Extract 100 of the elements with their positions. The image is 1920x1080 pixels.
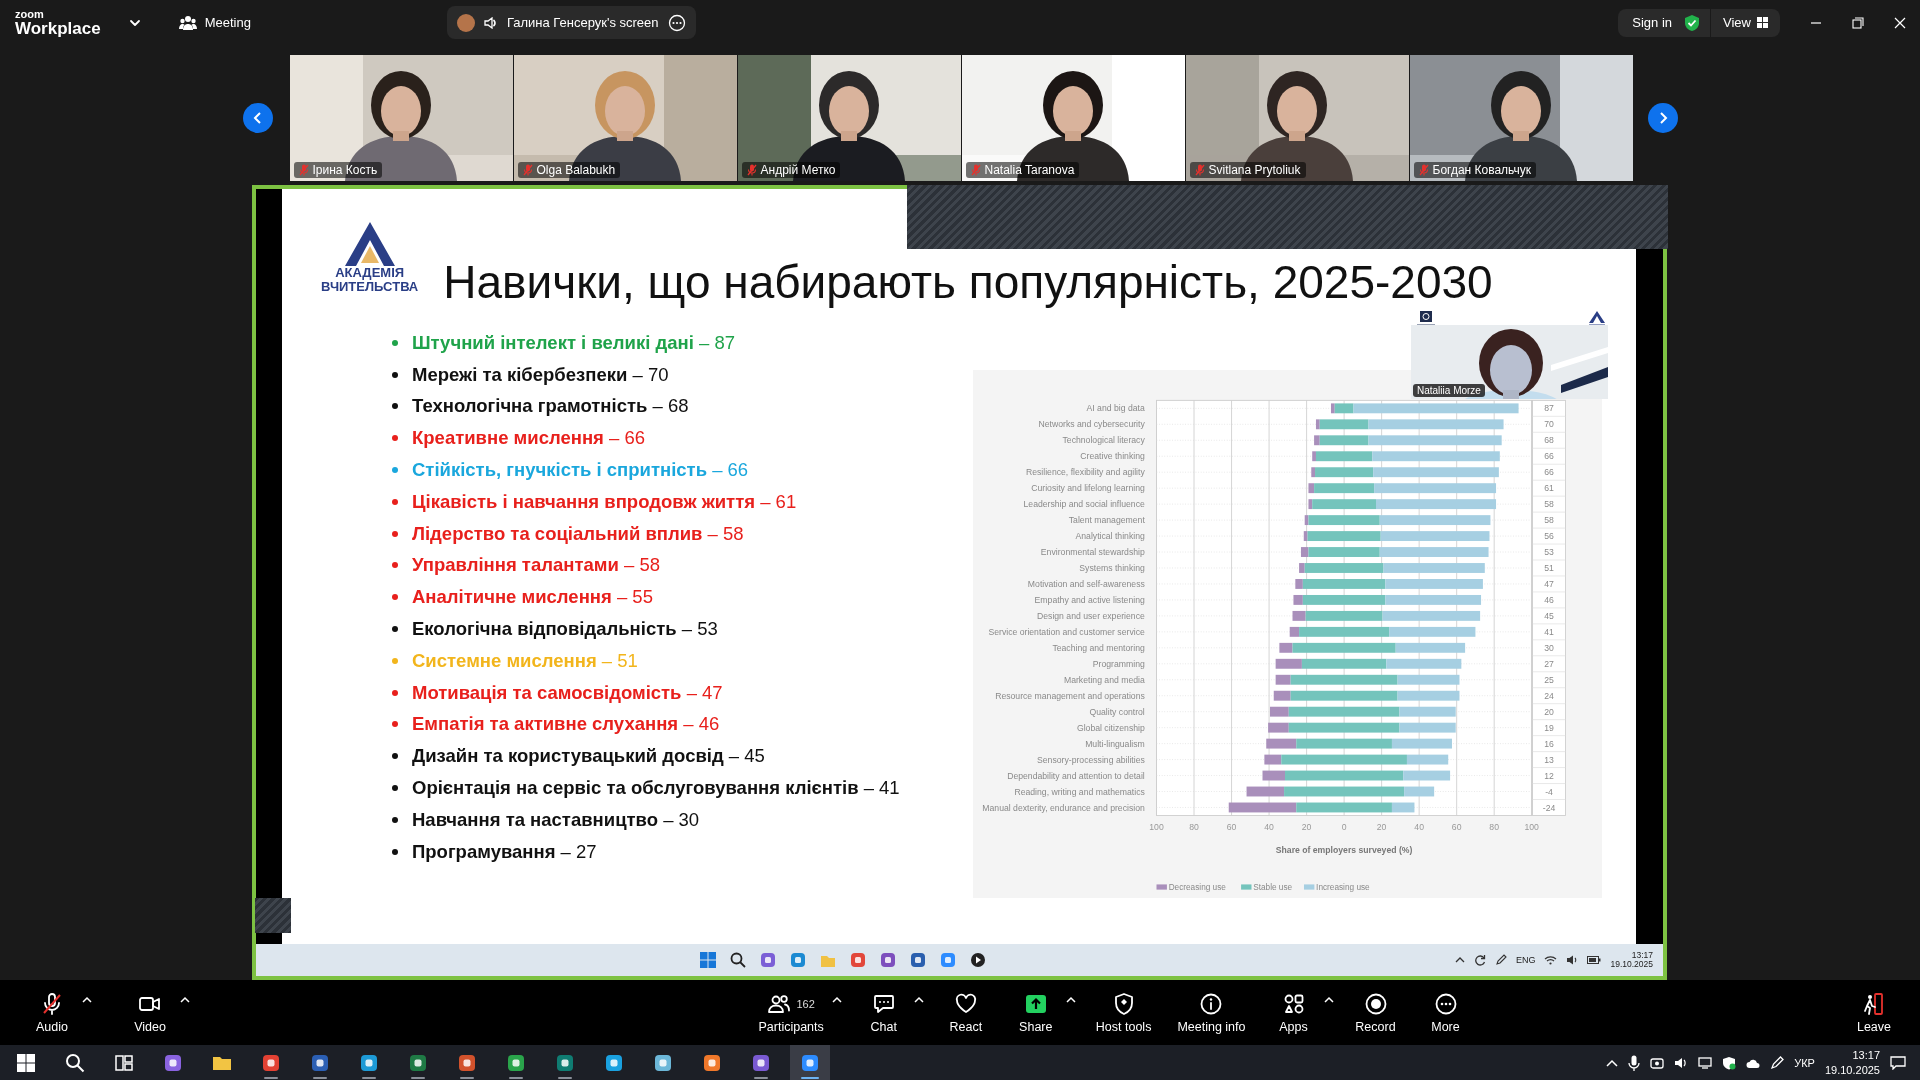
more-icon[interactable] (667, 13, 686, 32)
monitor-icon[interactable] (1698, 1056, 1713, 1069)
app-icon[interactable] (408, 1052, 428, 1073)
category-label: Networks and cybersecurity (1038, 419, 1145, 430)
category-label: Service orientation and customer service (988, 626, 1145, 637)
caret-icon[interactable] (1065, 995, 1076, 1004)
language-indicator[interactable]: УКР (1794, 1056, 1815, 1069)
clock-date: 19.10.2025 (1824, 1062, 1880, 1077)
record-button[interactable]: Record (1347, 989, 1404, 1036)
app-icon[interactable] (653, 1052, 673, 1073)
taskbar-button[interactable] (790, 1045, 830, 1080)
net-value: 61 (1544, 483, 1554, 494)
notification-icon[interactable] (1890, 1055, 1906, 1070)
caret-icon[interactable] (1323, 995, 1334, 1004)
play-icon[interactable] (970, 952, 986, 968)
restore-icon[interactable] (1852, 16, 1864, 29)
tick-label: 60 (1451, 821, 1462, 832)
caret-icon[interactable] (831, 995, 842, 1004)
category-label: Dependability and attention to detail (1007, 770, 1145, 781)
category-label: Marketing and media (1063, 674, 1145, 685)
close-icon[interactable] (1894, 16, 1906, 29)
meeting-label: Meeting (204, 15, 251, 30)
category-label: Technological literacy (1062, 435, 1145, 446)
skill-item: Штучний інтелект і великі дані – 87 (412, 331, 735, 354)
app-icon[interactable] (163, 1052, 183, 1073)
category-label: Multi-lingualism (1085, 738, 1145, 749)
battery-icon (1587, 956, 1602, 964)
net-value: -4 (1545, 786, 1553, 797)
caret-icon[interactable] (913, 995, 924, 1004)
sign-in-button[interactable]: Sign in (1618, 8, 1711, 37)
net-value: 12 (1544, 770, 1554, 781)
video-button[interactable]: Video (122, 989, 178, 1036)
category-label: Environmental stewardship (1040, 547, 1145, 558)
caret-icon[interactable] (82, 995, 92, 1004)
legend-label: Increasing use (1316, 883, 1370, 893)
apps-button[interactable]: Apps (1265, 989, 1322, 1036)
skill-item: Екологічна відповідальність – 53 (412, 618, 718, 641)
microphone-icon[interactable] (1628, 1054, 1641, 1071)
category-label: Resilience, flexibility and agility (1025, 467, 1145, 478)
app-icon[interactable] (506, 1052, 526, 1073)
next-page-button[interactable] (1647, 103, 1678, 133)
category-label: Talent management (1068, 515, 1145, 526)
app-icon[interactable] (457, 1052, 477, 1073)
grid-icon (1757, 17, 1768, 28)
search-icon[interactable] (65, 1052, 85, 1073)
bar (1228, 802, 1297, 813)
category-label: Creative thinking (1080, 451, 1145, 462)
camera-icon[interactable] (1650, 1055, 1665, 1070)
logo-text: АКАДЕМІЯ (335, 265, 405, 280)
pen-icon[interactable] (1770, 1055, 1785, 1070)
net-value: 25 (1544, 674, 1554, 685)
net-value: 30 (1544, 642, 1554, 653)
category-label: Manual dexterity, endurance and precision (982, 802, 1145, 813)
hatched-overlay (255, 898, 291, 933)
tick-label: 40 (1264, 821, 1274, 832)
react-button[interactable]: React (937, 989, 994, 1036)
shield-icon[interactable] (1722, 1055, 1737, 1070)
category-label: Curiosity and lifelong learning (1031, 483, 1145, 494)
previous-page-button[interactable] (242, 103, 273, 133)
category-label: Global citizenship (1076, 722, 1145, 733)
skill-item: Аналітичне мислення – 55 (412, 586, 653, 609)
view-button[interactable]: View (1711, 8, 1780, 37)
more-button[interactable]: More (1417, 989, 1474, 1036)
speaker-icon[interactable] (1674, 1056, 1689, 1069)
category-label: Empathy and active listening (1034, 594, 1145, 605)
tab-label: Галина Генсерук's screen (506, 15, 659, 30)
task-view-icon[interactable] (114, 1052, 134, 1073)
skill-item: Креативне мислення – 66 (412, 427, 646, 450)
app-icon[interactable] (359, 1052, 379, 1073)
leave-button[interactable]: Leave (1846, 989, 1902, 1036)
speaker-icon (483, 16, 498, 29)
info-button[interactable]: Meeting info (1171, 989, 1252, 1036)
app-icon[interactable] (604, 1052, 624, 1073)
app-icon[interactable] (310, 1052, 330, 1073)
category-label: Leadership and social influence (1023, 499, 1145, 510)
screen-share-tab[interactable]: Галина Генсерук's screen (446, 6, 696, 39)
participant-name: Андрій Метко (760, 163, 836, 177)
skill-item: Орієнтація на сервіс та обслуговування клієнтів – 41 (412, 777, 900, 800)
host-button[interactable]: Host tools (1089, 989, 1158, 1036)
app-icon[interactable] (261, 1052, 281, 1073)
language-indicator[interactable]: ENG (1515, 955, 1536, 965)
share-button[interactable]: Share (1007, 989, 1064, 1036)
windows-logo-icon[interactable] (16, 1052, 36, 1073)
caret-icon[interactable] (180, 995, 190, 1004)
tick-label: 60 (1226, 821, 1237, 832)
audio-button[interactable]: Audio (24, 989, 80, 1036)
app-icon[interactable] (751, 1052, 771, 1073)
app-icon[interactable] (702, 1052, 722, 1073)
chat-button[interactable]: Chat (855, 989, 912, 1036)
search-icon[interactable] (730, 952, 746, 968)
tick-label: 80 (1189, 821, 1199, 832)
chevron-up-icon[interactable] (1454, 956, 1465, 964)
logo-text: ВЧИТЕЛЬСТВА (321, 280, 419, 295)
app-icon[interactable] (555, 1052, 575, 1073)
participants-button[interactable]: 162 Participants (752, 989, 830, 1036)
net-value: 41 (1544, 626, 1554, 637)
category-label: Reading, writing and mathematics (1014, 786, 1145, 797)
logo-text: zoom (15, 8, 45, 20)
skill-item: Мережі та кібербезпеки – 70 (412, 363, 669, 386)
app-icon[interactable] (800, 1052, 820, 1073)
